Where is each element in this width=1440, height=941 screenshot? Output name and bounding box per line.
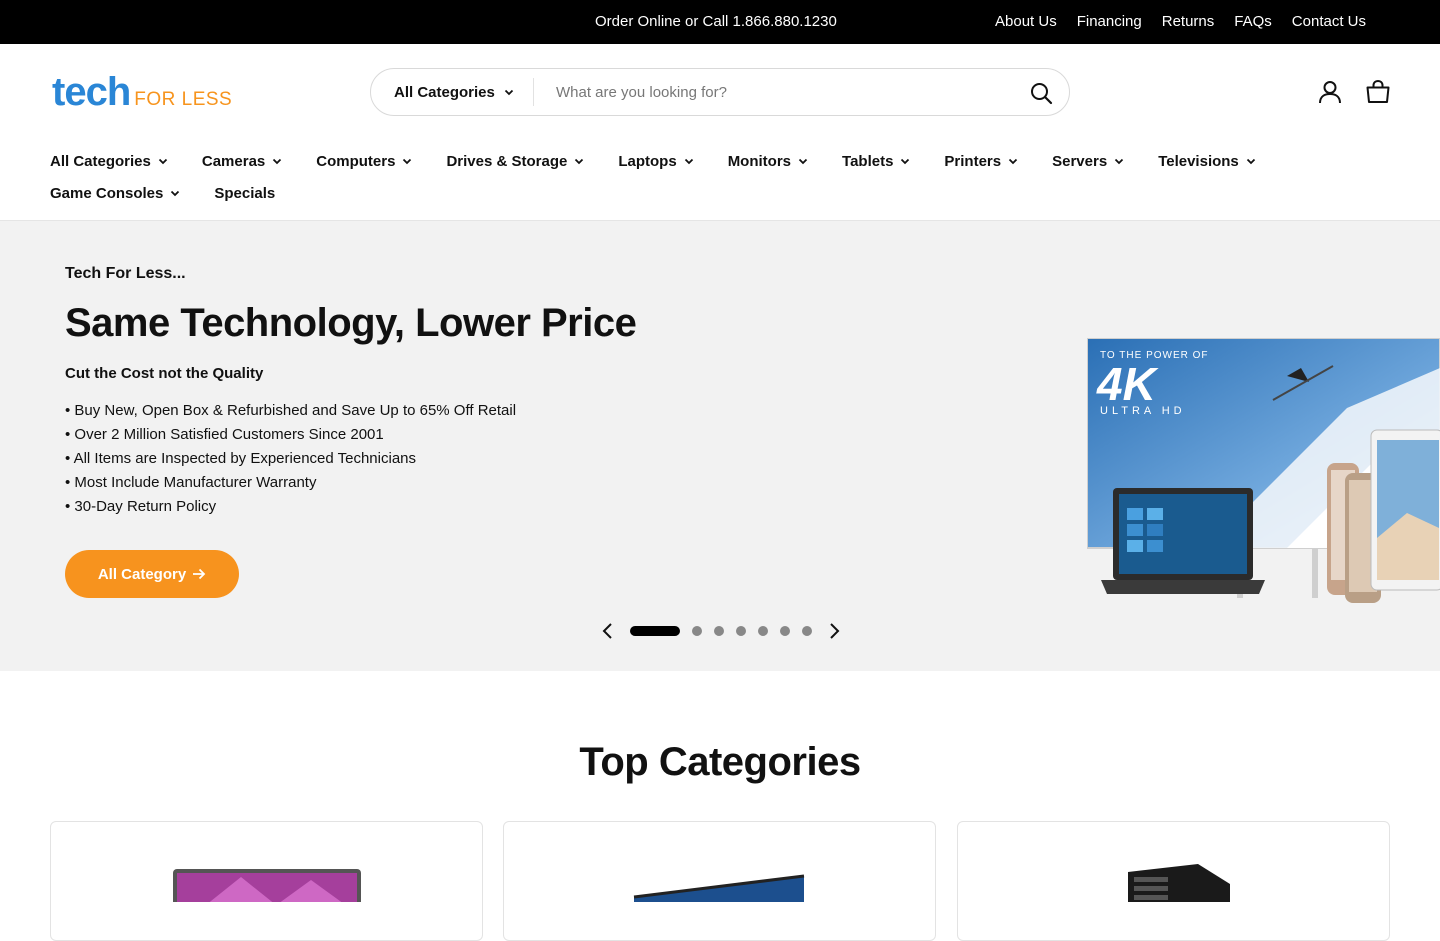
chevron-down-icon	[798, 158, 808, 165]
carousel-dot-6[interactable]	[780, 626, 790, 636]
search-category-label: All Categories	[394, 83, 495, 101]
order-phone-text: Order Online or Call 1.866.880.1230	[595, 13, 837, 30]
hero-bullet: • 30-Day Return Policy	[65, 498, 217, 515]
faqs-link[interactable]: FAQs	[1234, 13, 1272, 30]
server-image	[1128, 864, 1230, 902]
chevron-down-icon	[684, 158, 693, 165]
chevron-down-icon	[1115, 158, 1124, 165]
nav-label: Computers	[316, 152, 396, 170]
nav-specials[interactable]: Specials	[214, 185, 275, 202]
nav-label: Servers	[1052, 152, 1108, 170]
search-category-dropdown[interactable]: All Categories	[371, 78, 534, 106]
category-card-televisions[interactable]	[503, 821, 936, 941]
hero-bullet: • Most Include Manufacturer Warranty	[65, 474, 317, 491]
television-image	[633, 874, 805, 902]
chevron-down-icon	[1246, 158, 1255, 165]
carousel-pager	[598, 621, 844, 641]
top-links: About Us Financing Returns FAQs Contact …	[995, 13, 1366, 30]
returns-link[interactable]: Returns	[1162, 13, 1215, 30]
nav-all-categories[interactable]: All Categories	[50, 153, 169, 170]
nav-televisions[interactable]: Televisions	[1158, 153, 1257, 170]
nav-servers[interactable]: Servers	[1052, 153, 1125, 170]
logo-main-text: tech	[52, 70, 131, 114]
chevron-down-icon	[273, 158, 282, 165]
banner-line2: ULTRA HD	[1100, 405, 1186, 417]
hero-eyebrow: Tech For Less...	[65, 265, 186, 282]
chevron-down-icon	[575, 158, 584, 165]
banner-4k: 4K	[1096, 358, 1159, 410]
nav-game-consoles[interactable]: Game Consoles	[50, 185, 181, 202]
nav-label: Monitors	[727, 152, 792, 170]
nav-label: Televisions	[1158, 152, 1239, 170]
category-card-laptops[interactable]	[50, 821, 483, 941]
nav-computers[interactable]: Computers	[316, 153, 413, 170]
carousel-dot-2[interactable]	[692, 626, 702, 636]
nav-label: Specials	[214, 184, 276, 202]
chevron-left-icon[interactable]	[598, 621, 618, 641]
contact-us-link[interactable]: Contact Us	[1292, 13, 1366, 30]
nav-label: Laptops	[618, 152, 677, 170]
hero-product-image: TO THE POWER OF 4K ULTRA HD	[1087, 338, 1440, 603]
chevron-down-icon	[901, 158, 910, 165]
main-nav: All Categories Cameras Computers Drives …	[50, 145, 1390, 209]
logo-sub-text: FOR LESS	[134, 89, 233, 110]
search-bar: All Categories	[370, 68, 1070, 116]
carousel-dot-4[interactable]	[736, 626, 746, 636]
top-bar: Order Online or Call 1.866.880.1230 Abou…	[0, 0, 1440, 44]
chevron-down-icon	[171, 190, 180, 197]
account-icon[interactable]	[1317, 79, 1343, 105]
carousel-dot-3[interactable]	[714, 626, 724, 636]
all-category-button[interactable]: All Category	[65, 550, 239, 598]
chevron-right-icon[interactable]	[824, 621, 844, 641]
hero-headline: Same Technology, Lower Price	[65, 301, 637, 345]
search-input[interactable]	[556, 83, 1006, 101]
cta-label: All Category	[97, 565, 187, 583]
chevron-down-icon	[1008, 158, 1018, 165]
nav-label: Game Consoles	[50, 184, 164, 202]
carousel-dot-5[interactable]	[758, 626, 768, 636]
nav-label: Tablets	[842, 152, 894, 170]
financing-link[interactable]: Financing	[1077, 13, 1142, 30]
chevron-down-icon	[158, 158, 168, 165]
site-logo[interactable]: tech FOR LESS	[52, 72, 232, 112]
cart-icon[interactable]	[1365, 79, 1391, 105]
nav-printers[interactable]: Printers	[944, 153, 1019, 170]
hero-bullet: • Buy New, Open Box & Refurbished and Sa…	[65, 402, 517, 419]
about-us-link[interactable]: About Us	[995, 13, 1057, 30]
hero-bullet: • Over 2 Million Satisfied Customers Sin…	[65, 426, 384, 443]
nav-label: Printers	[944, 152, 1002, 170]
hero-subheadline: Cut the Cost not the Quality	[65, 365, 264, 382]
nav-drives-storage[interactable]: Drives & Storage	[446, 153, 585, 170]
nav-monitors[interactable]: Monitors	[728, 153, 809, 170]
arrow-right-icon	[193, 568, 206, 580]
laptop-image	[173, 869, 361, 909]
chevron-down-icon	[403, 158, 412, 165]
nav-tablets[interactable]: Tablets	[842, 153, 911, 170]
search-icon[interactable]	[1029, 81, 1053, 105]
category-card-servers[interactable]	[957, 821, 1390, 941]
chevron-down-icon	[504, 89, 514, 96]
nav-laptops[interactable]: Laptops	[618, 153, 694, 170]
top-categories-title: Top Categories	[579, 740, 861, 784]
hero-bullet: • All Items are Inspected by Experienced…	[65, 450, 416, 467]
nav-label: Drives & Storage	[446, 152, 568, 170]
nav-label: All Categories	[50, 152, 151, 170]
carousel-dot-1[interactable]	[630, 626, 680, 636]
hero-banner: Tech For Less... Same Technology, Lower …	[0, 221, 1440, 671]
hero-bullet-list: • Buy New, Open Box & Refurbished and Sa…	[65, 399, 516, 519]
nav-cameras[interactable]: Cameras	[202, 153, 283, 170]
nav-label: Cameras	[201, 152, 266, 170]
carousel-dot-7[interactable]	[802, 626, 812, 636]
